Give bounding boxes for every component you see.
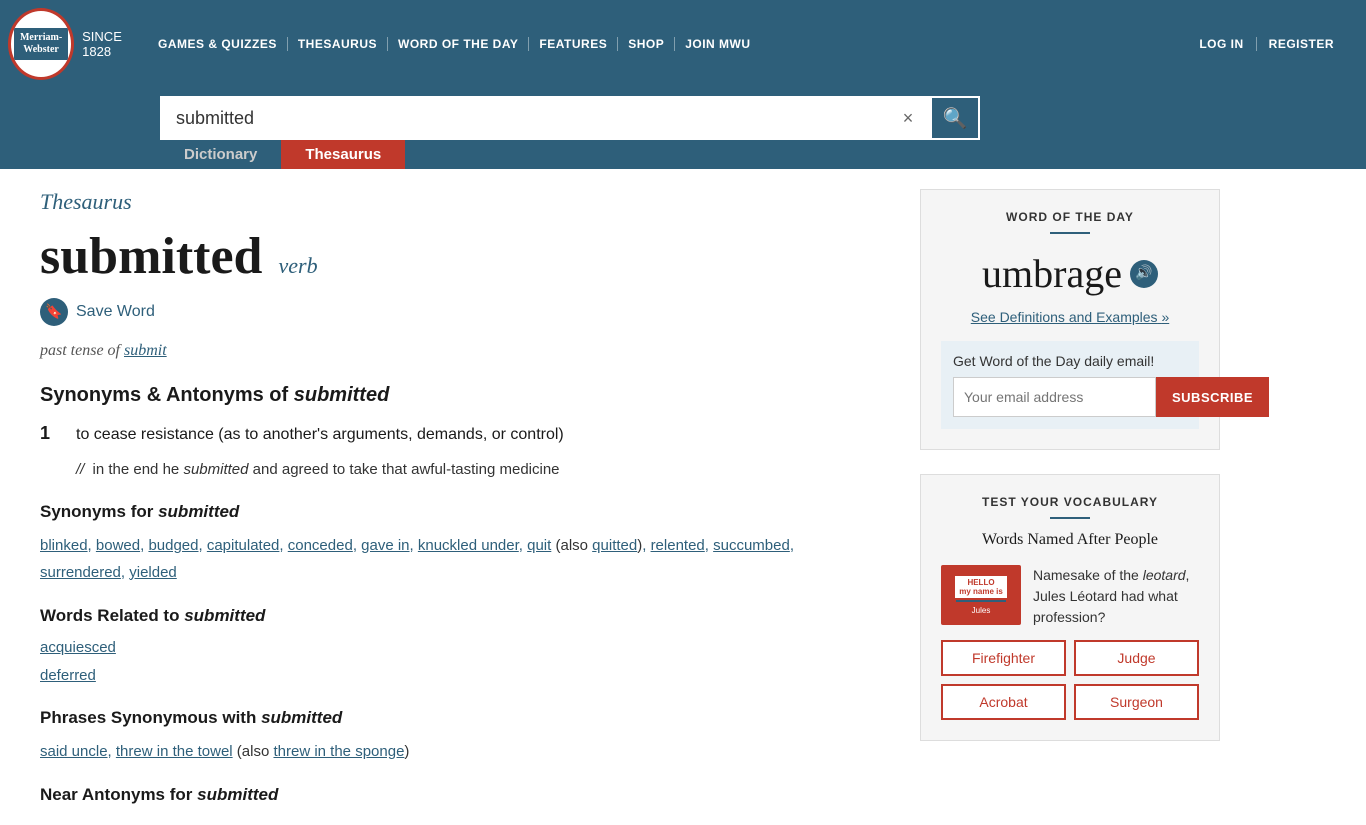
wotd-label: WORD OF THE DAY: [941, 210, 1199, 224]
synonym-succumbed[interactable]: succumbed: [713, 537, 790, 554]
synonym-quitted[interactable]: quitted: [592, 537, 637, 554]
nav-features[interactable]: FEATURES: [529, 37, 618, 51]
phrases-list: said uncle, threw in the towel (also thr…: [40, 738, 880, 765]
definition-block: 1 to cease resistance (as to another's a…: [40, 423, 880, 447]
synonym-capitulated[interactable]: capitulated: [207, 537, 280, 554]
synonym-blinked[interactable]: blinked: [40, 537, 88, 554]
search-button[interactable]: 🔍: [930, 96, 980, 140]
answer-surgeon[interactable]: Surgeon: [1074, 684, 1199, 720]
tab-thesaurus[interactable]: Thesaurus: [281, 140, 405, 169]
wotd-word-area: umbrage 🔊: [941, 250, 1199, 297]
email-signup: Get Word of the Day daily email! SUBSCRI…: [941, 341, 1199, 429]
since-label: SINCE 1828: [82, 29, 148, 59]
wotd-divider: [1050, 232, 1090, 234]
phrase-threw-in-sponge[interactable]: threw in the sponge: [273, 743, 404, 760]
logo-line2: Webster: [20, 44, 62, 56]
nav-register[interactable]: REGISTER: [1257, 37, 1346, 51]
word-pos: verb: [278, 253, 317, 279]
search-clear-button[interactable]: ×: [886, 96, 930, 140]
synonym-bowed[interactable]: bowed: [96, 537, 140, 554]
search-icon: 🔍: [943, 106, 968, 131]
sidebar: WORD OF THE DAY umbrage 🔊 See Definition…: [920, 189, 1220, 805]
nav-word-of-day[interactable]: WORD OF THE DAY: [388, 37, 529, 51]
synonym-parens: (also: [555, 537, 592, 554]
related-words-list: acquiesced deferred: [40, 636, 880, 688]
logo[interactable]: Merriam- Webster: [8, 8, 74, 80]
logo-line1: Merriam-: [20, 32, 62, 44]
test-divider: [1050, 517, 1090, 519]
past-tense-prefix: past tense of: [40, 342, 120, 359]
synonym-budged[interactable]: budged: [148, 537, 198, 554]
synonym-relented[interactable]: relented: [651, 537, 705, 554]
bookmark-icon[interactable]: 🔖: [40, 298, 68, 326]
name-line: [956, 600, 1006, 602]
nav-join[interactable]: JOIN MWU: [675, 37, 760, 51]
synonyms-list: blinked, bowed, budged, capitulated, con…: [40, 532, 880, 586]
related-words-heading: Words Related to submitted: [40, 606, 880, 626]
synonym-quit[interactable]: quit: [527, 537, 551, 554]
example-sentence: // in the end he submitted and agreed to…: [40, 459, 880, 482]
near-antonyms-heading: Near Antonyms for submitted: [40, 785, 880, 805]
vocabulary-section: TEST YOUR VOCABULARY Words Named After P…: [920, 474, 1220, 741]
nav-shop[interactable]: SHOP: [618, 37, 675, 51]
wotd-word: umbrage: [982, 250, 1122, 297]
synonyms-label: Synonyms for submitted: [40, 502, 880, 522]
wotd-section: WORD OF THE DAY umbrage 🔊 See Definition…: [920, 189, 1220, 450]
save-word-area: 🔖 Save Word: [40, 298, 880, 326]
page-type-label: Thesaurus: [40, 189, 880, 215]
email-input[interactable]: [953, 377, 1156, 417]
phrase-said-uncle[interactable]: said uncle: [40, 743, 108, 760]
phrases-also: (also: [237, 743, 274, 760]
phrase-threw-in-towel[interactable]: threw in the towel: [116, 743, 233, 760]
synonym-gave-in[interactable]: gave in: [361, 537, 409, 554]
synonym-surrendered[interactable]: surrendered: [40, 564, 121, 581]
name-text: Jules: [972, 606, 991, 615]
vocab-image: HELLOmy name is Jules: [941, 565, 1021, 625]
definition-text: to cease resistance (as to another's arg…: [76, 423, 564, 447]
answer-judge[interactable]: Judge: [1074, 640, 1199, 676]
synonym-conceded[interactable]: conceded: [288, 537, 353, 554]
past-tense-link[interactable]: submit: [124, 342, 167, 359]
search-input[interactable]: [160, 96, 886, 140]
answer-firefighter[interactable]: Firefighter: [941, 640, 1066, 676]
logo-area: Merriam- Webster SINCE 1828: [8, 8, 148, 80]
content-area: Thesaurus submitted verb 🔖 Save Word pas…: [40, 189, 880, 805]
audio-button[interactable]: 🔊: [1130, 260, 1158, 288]
synonym-yielded[interactable]: yielded: [129, 564, 177, 581]
header: Merriam- Webster SINCE 1828 GAMES & QUIZ…: [0, 0, 1366, 169]
nav-games[interactable]: GAMES & QUIZZES: [148, 37, 288, 51]
search-form: × 🔍: [160, 96, 980, 140]
related-deferred[interactable]: deferred: [40, 664, 880, 688]
definition-number: 1: [40, 423, 60, 447]
vocab-title: Words Named After People: [941, 531, 1199, 549]
past-tense: past tense of submit: [40, 342, 880, 360]
vocab-question-row: HELLOmy name is Jules Namesake of the le…: [941, 565, 1199, 628]
nav-thesaurus[interactable]: THESAURUS: [288, 37, 388, 51]
main-word: submitted: [40, 227, 262, 286]
vocab-question-text: Namesake of the leotard, Jules Léotard h…: [1033, 565, 1199, 628]
word-heading: submitted verb: [40, 227, 880, 286]
related-acquiesced[interactable]: acquiesced: [40, 636, 880, 660]
save-word-label[interactable]: Save Word: [76, 303, 155, 321]
subscribe-button[interactable]: SUBSCRIBE: [1156, 377, 1269, 417]
tab-dictionary[interactable]: Dictionary: [160, 140, 281, 169]
answer-acrobat[interactable]: Acrobat: [941, 684, 1066, 720]
synonyms-antonyms-heading: Synonyms & Antonyms of submitted: [40, 384, 880, 407]
see-definitions-link[interactable]: See Definitions and Examples »: [941, 309, 1199, 325]
answer-grid: Firefighter Judge Acrobat Surgeon: [941, 640, 1199, 720]
nav-login[interactable]: LOG IN: [1187, 37, 1256, 51]
synonym-knuckled-under[interactable]: knuckled under: [418, 537, 519, 554]
hello-badge: HELLOmy name is: [955, 576, 1007, 598]
email-label: Get Word of the Day daily email!: [953, 353, 1187, 369]
phrases-heading: Phrases Synonymous with submitted: [40, 708, 880, 728]
test-vocab-label: TEST YOUR VOCABULARY: [941, 495, 1199, 509]
speaker-icon: 🔊: [1135, 265, 1152, 282]
